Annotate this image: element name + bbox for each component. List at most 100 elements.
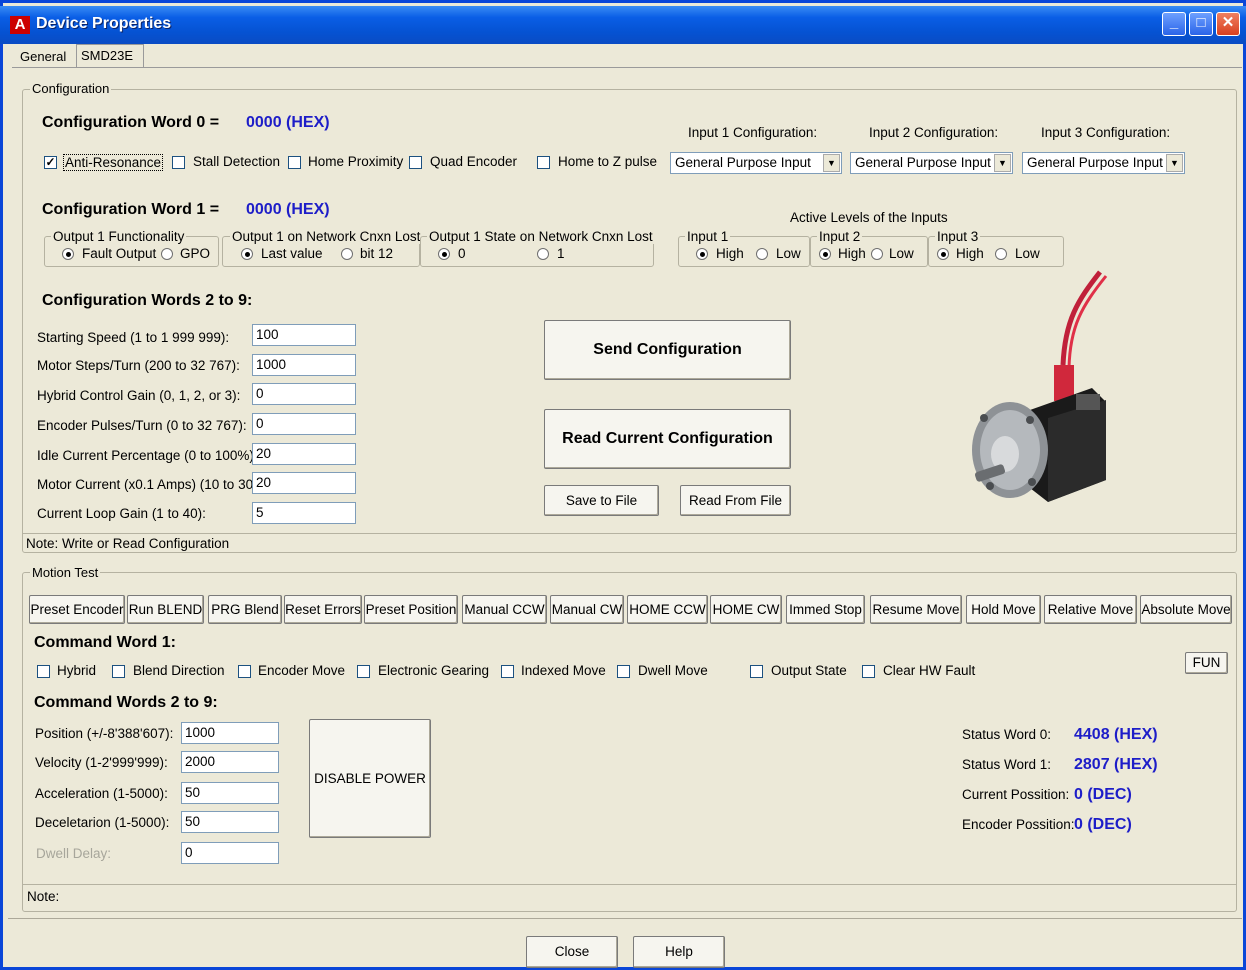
input3-low-radio[interactable] — [995, 248, 1007, 260]
save-to-file-button[interactable]: Save to File — [544, 485, 659, 516]
status-word1-value: 2807 (HEX) — [1074, 756, 1158, 773]
home-proximity-checkbox[interactable] — [288, 156, 301, 169]
home-cw-button[interactable]: HOME CW — [710, 595, 782, 624]
anti-resonance-checkbox[interactable]: ✓ — [44, 156, 57, 169]
last-value-label: Last value — [261, 246, 323, 261]
resume-move-button[interactable]: Resume Move — [870, 595, 962, 624]
home-to-z-label: Home to Z pulse — [558, 154, 658, 169]
position-label: Position (+/-8'388'607): — [35, 726, 174, 741]
input3-config-label: Input 3 Configuration: — [1041, 125, 1171, 140]
electronic-gearing-checkbox[interactable] — [357, 665, 370, 678]
config-note-divider — [22, 533, 1237, 534]
send-configuration-button[interactable]: Send Configuration — [544, 320, 791, 380]
output-state-label: Output 1 State on Network Cnxn Lost — [427, 229, 655, 244]
deceleration-input[interactable]: 50 — [181, 811, 279, 833]
current-loop-label: Current Loop Gain (1 to 40): — [37, 506, 206, 521]
input3-config-select[interactable]: General Purpose Input ▼ — [1022, 152, 1185, 174]
tab-smd23e[interactable]: SMD23E — [76, 44, 144, 68]
immed-stop-button[interactable]: Immed Stop — [786, 595, 865, 624]
output-state-checkbox[interactable] — [750, 665, 763, 678]
encoder-position-value: 0 (DEC) — [1074, 816, 1132, 833]
manual-cw-button[interactable]: Manual CW — [550, 595, 624, 624]
position-input[interactable]: 1000 — [181, 722, 279, 744]
status-word0-label: Status Word 0: — [962, 727, 1052, 742]
input1-config-value: General Purpose Input — [675, 155, 811, 170]
minimize-button[interactable]: _ — [1162, 12, 1186, 36]
output-functionality-label: Output 1 Functionality — [51, 229, 187, 244]
encoder-pulses-input[interactable]: 0 — [252, 413, 356, 435]
input2-low-radio[interactable] — [871, 248, 883, 260]
indexed-move-checkbox[interactable] — [501, 665, 514, 678]
preset-encoder-button[interactable]: Preset Encoder — [29, 595, 125, 624]
manual-ccw-button[interactable]: Manual CCW — [462, 595, 547, 624]
input2-config-value: General Purpose Input — [855, 155, 991, 170]
home-ccw-button[interactable]: HOME CCW — [627, 595, 708, 624]
disable-power-button[interactable]: DISABLE POWER — [309, 719, 431, 838]
config-word1-label: Configuration Word 1 = — [42, 201, 220, 218]
clear-hw-fault-label: Clear HW Fault — [883, 663, 976, 678]
input2-high-label: High — [838, 246, 866, 261]
dwell-delay-label: Dwell Delay: — [36, 846, 112, 861]
home-proximity-label: Home Proximity — [308, 154, 404, 169]
clear-hw-fault-checkbox[interactable] — [862, 665, 875, 678]
state-0-radio[interactable] — [438, 248, 450, 260]
config-word0-value: 0000 (HEX) — [246, 114, 330, 131]
input1-high-radio[interactable] — [696, 248, 708, 260]
absolute-move-button[interactable]: Absolute Move — [1140, 595, 1232, 624]
current-loop-input[interactable]: 5 — [252, 502, 356, 524]
status-word0-value: 4408 (HEX) — [1074, 726, 1158, 743]
home-to-z-checkbox[interactable] — [537, 156, 550, 169]
input1-high-label: High — [716, 246, 744, 261]
stall-detection-checkbox[interactable] — [172, 156, 185, 169]
read-from-file-button[interactable]: Read From File — [680, 485, 791, 516]
input1-low-label: Low — [776, 246, 801, 261]
dwell-delay-input[interactable]: 0 — [181, 842, 279, 864]
acceleration-input[interactable]: 50 — [181, 782, 279, 804]
input1-config-select[interactable]: General Purpose Input ▼ — [670, 152, 842, 174]
title-bar[interactable] — [0, 6, 1246, 44]
state-1-radio[interactable] — [537, 248, 549, 260]
relative-move-button[interactable]: Relative Move — [1044, 595, 1137, 624]
quad-encoder-label: Quad Encoder — [430, 154, 518, 169]
fault-output-label: Fault Output — [82, 246, 157, 261]
dwell-move-checkbox[interactable] — [617, 665, 630, 678]
app-logo-icon: A — [10, 16, 30, 34]
prg-blend-button[interactable]: PRG Blend — [208, 595, 282, 624]
tab-divider — [12, 67, 1242, 68]
hybrid-label: Hybrid — [57, 663, 97, 678]
hybrid-checkbox[interactable] — [37, 665, 50, 678]
last-value-radio[interactable] — [241, 248, 253, 260]
gpo-radio[interactable] — [161, 248, 173, 260]
motion-test-group-label: Motion Test — [30, 565, 101, 580]
input3-high-radio[interactable] — [937, 248, 949, 260]
encoder-move-checkbox[interactable] — [238, 665, 251, 678]
fun-button[interactable]: FUN — [1185, 652, 1228, 674]
blend-direction-checkbox[interactable] — [112, 665, 125, 678]
close-window-button[interactable]: ✕ — [1216, 12, 1240, 36]
help-button[interactable]: Help — [633, 936, 725, 968]
hybrid-gain-label: Hybrid Control Gain (0, 1, 2, or 3): — [37, 388, 241, 403]
chevron-down-icon[interactable]: ▼ — [994, 154, 1011, 172]
fault-output-radio[interactable] — [62, 248, 74, 260]
idle-current-input[interactable]: 20 — [252, 443, 356, 465]
bit12-radio[interactable] — [341, 248, 353, 260]
motor-current-input[interactable]: 20 — [252, 472, 356, 494]
hold-move-button[interactable]: Hold Move — [966, 595, 1041, 624]
quad-encoder-checkbox[interactable] — [409, 156, 422, 169]
reset-errors-button[interactable]: Reset Errors — [284, 595, 362, 624]
close-button[interactable]: Close — [526, 936, 618, 968]
input3-level-label: Input 3 — [935, 229, 981, 244]
read-configuration-button[interactable]: Read Current Configuration — [544, 409, 791, 469]
input1-low-radio[interactable] — [756, 248, 768, 260]
run-blend-button[interactable]: Run BLEND — [127, 595, 204, 624]
preset-position-button[interactable]: Preset Position — [364, 595, 458, 624]
starting-speed-input[interactable]: 100 — [252, 324, 356, 346]
input2-high-radio[interactable] — [819, 248, 831, 260]
velocity-input[interactable]: 2000 — [181, 751, 279, 773]
input2-config-select[interactable]: General Purpose Input ▼ — [850, 152, 1013, 174]
motor-steps-input[interactable]: 1000 — [252, 354, 356, 376]
hybrid-gain-input[interactable]: 0 — [252, 383, 356, 405]
maximize-button[interactable]: □ — [1189, 12, 1213, 36]
chevron-down-icon[interactable]: ▼ — [823, 154, 840, 172]
chevron-down-icon[interactable]: ▼ — [1166, 154, 1183, 172]
